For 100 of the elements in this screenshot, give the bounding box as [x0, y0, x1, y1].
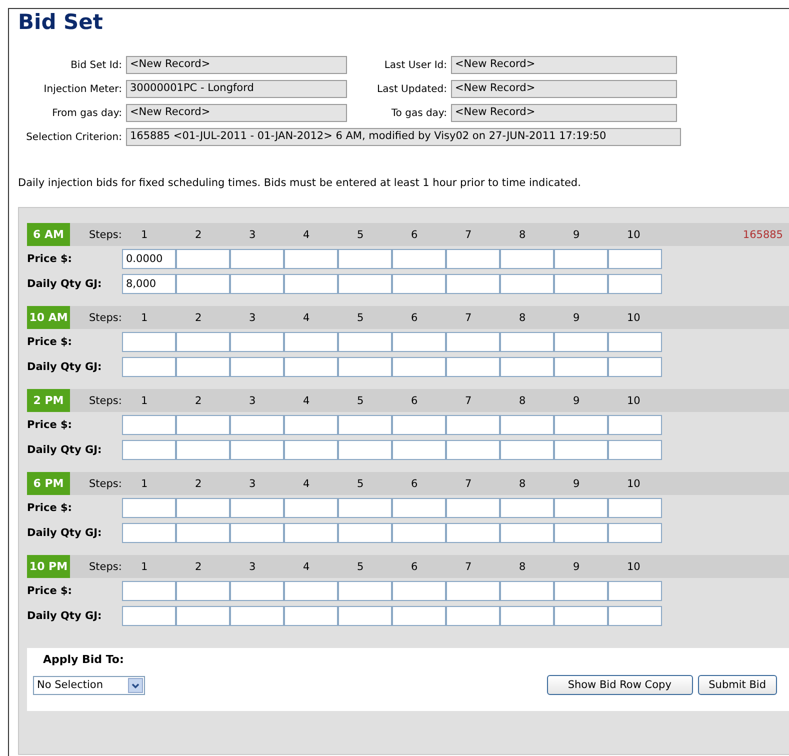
bid-input[interactable]	[230, 248, 284, 268]
bid-input[interactable]	[608, 274, 662, 294]
bid-input[interactable]	[446, 414, 500, 434]
bid-input[interactable]	[608, 580, 662, 600]
bid-input[interactable]	[446, 440, 500, 460]
bid-input[interactable]	[230, 606, 284, 626]
submit-button[interactable]: Submit Bid	[698, 675, 777, 695]
bid-input[interactable]	[122, 332, 176, 352]
bid-input[interactable]	[392, 580, 446, 600]
bid-input[interactable]	[176, 332, 230, 352]
bid-input[interactable]	[500, 606, 554, 626]
apply-dropdown[interactable]: No Selection	[33, 676, 145, 694]
bid-input[interactable]	[176, 414, 230, 434]
bid-input[interactable]	[122, 522, 176, 542]
bid-input[interactable]	[608, 522, 662, 542]
bid-input[interactable]	[608, 248, 662, 268]
bid-input[interactable]	[338, 498, 392, 518]
bid-input[interactable]	[176, 440, 230, 460]
bid-input[interactable]	[446, 332, 500, 352]
bid-input[interactable]	[554, 274, 608, 294]
bid-input[interactable]	[176, 580, 230, 600]
bid-input[interactable]	[500, 248, 554, 268]
bid-input[interactable]	[284, 580, 338, 600]
bid-input[interactable]	[554, 522, 608, 542]
bid-input[interactable]	[500, 522, 554, 542]
bid-input[interactable]	[230, 274, 284, 294]
bid-input[interactable]	[176, 356, 230, 376]
bid-input[interactable]	[500, 498, 554, 518]
bid-input[interactable]	[446, 356, 500, 376]
bid-input[interactable]	[392, 606, 446, 626]
bid-input[interactable]	[500, 414, 554, 434]
bid-input[interactable]	[284, 274, 338, 294]
bid-input[interactable]	[122, 356, 176, 376]
bid-input[interactable]	[392, 498, 446, 518]
bid-input[interactable]	[284, 356, 338, 376]
bid-input[interactable]	[338, 522, 392, 542]
bid-input[interactable]	[230, 356, 284, 376]
bid-input[interactable]: 8,000	[122, 274, 176, 294]
bid-input[interactable]	[230, 522, 284, 542]
bid-input[interactable]	[230, 440, 284, 460]
bid-input[interactable]	[446, 606, 500, 626]
bid-input[interactable]	[392, 414, 446, 434]
bid-input[interactable]	[176, 606, 230, 626]
bid-input[interactable]	[500, 274, 554, 294]
bid-input[interactable]	[122, 414, 176, 434]
bid-input[interactable]	[338, 414, 392, 434]
bid-input[interactable]	[284, 440, 338, 460]
bid-input[interactable]	[608, 414, 662, 434]
bid-input[interactable]	[446, 580, 500, 600]
bid-input[interactable]	[554, 440, 608, 460]
bid-input[interactable]	[284, 498, 338, 518]
bid-input[interactable]	[392, 274, 446, 294]
bid-input[interactable]	[392, 356, 446, 376]
bid-input[interactable]	[446, 522, 500, 542]
bid-input[interactable]	[230, 498, 284, 518]
bid-input[interactable]	[284, 332, 338, 352]
bid-input[interactable]	[554, 332, 608, 352]
bid-input[interactable]	[554, 356, 608, 376]
bid-input[interactable]	[230, 332, 284, 352]
bid-input[interactable]	[392, 440, 446, 460]
bid-input[interactable]	[500, 440, 554, 460]
bid-input[interactable]	[446, 248, 500, 268]
bid-input[interactable]	[284, 248, 338, 268]
bid-input[interactable]	[284, 522, 338, 542]
bid-input[interactable]	[392, 522, 446, 542]
bid-input[interactable]	[230, 414, 284, 434]
bid-input[interactable]	[500, 356, 554, 376]
bid-input[interactable]	[284, 606, 338, 626]
bid-input[interactable]	[338, 440, 392, 460]
bid-input[interactable]	[500, 332, 554, 352]
bid-input[interactable]	[608, 440, 662, 460]
bid-input[interactable]	[284, 414, 338, 434]
bid-input[interactable]	[338, 606, 392, 626]
bid-input[interactable]	[392, 332, 446, 352]
bid-input[interactable]	[500, 580, 554, 600]
bid-input[interactable]	[608, 332, 662, 352]
bid-input[interactable]	[554, 248, 608, 268]
bid-input[interactable]	[608, 498, 662, 518]
copy-button[interactable]: Show Bid Row Copy	[546, 675, 693, 695]
bid-input[interactable]	[176, 274, 230, 294]
bid-input[interactable]	[554, 498, 608, 518]
bid-input[interactable]	[446, 498, 500, 518]
bid-input[interactable]	[338, 580, 392, 600]
bid-input[interactable]	[338, 248, 392, 268]
bid-input[interactable]	[392, 248, 446, 268]
bid-input[interactable]	[176, 248, 230, 268]
bid-input[interactable]	[554, 580, 608, 600]
bid-input[interactable]	[122, 606, 176, 626]
bid-input[interactable]	[338, 356, 392, 376]
bid-input[interactable]	[554, 414, 608, 434]
bid-input[interactable]: 0.0000	[122, 248, 176, 268]
bid-input[interactable]	[176, 522, 230, 542]
bid-input[interactable]	[338, 274, 392, 294]
bid-input[interactable]	[122, 498, 176, 518]
bid-input[interactable]	[446, 274, 500, 294]
bid-input[interactable]	[176, 498, 230, 518]
bid-input[interactable]	[608, 606, 662, 626]
bid-input[interactable]	[554, 606, 608, 626]
bid-input[interactable]	[338, 332, 392, 352]
bid-input[interactable]	[122, 440, 176, 460]
